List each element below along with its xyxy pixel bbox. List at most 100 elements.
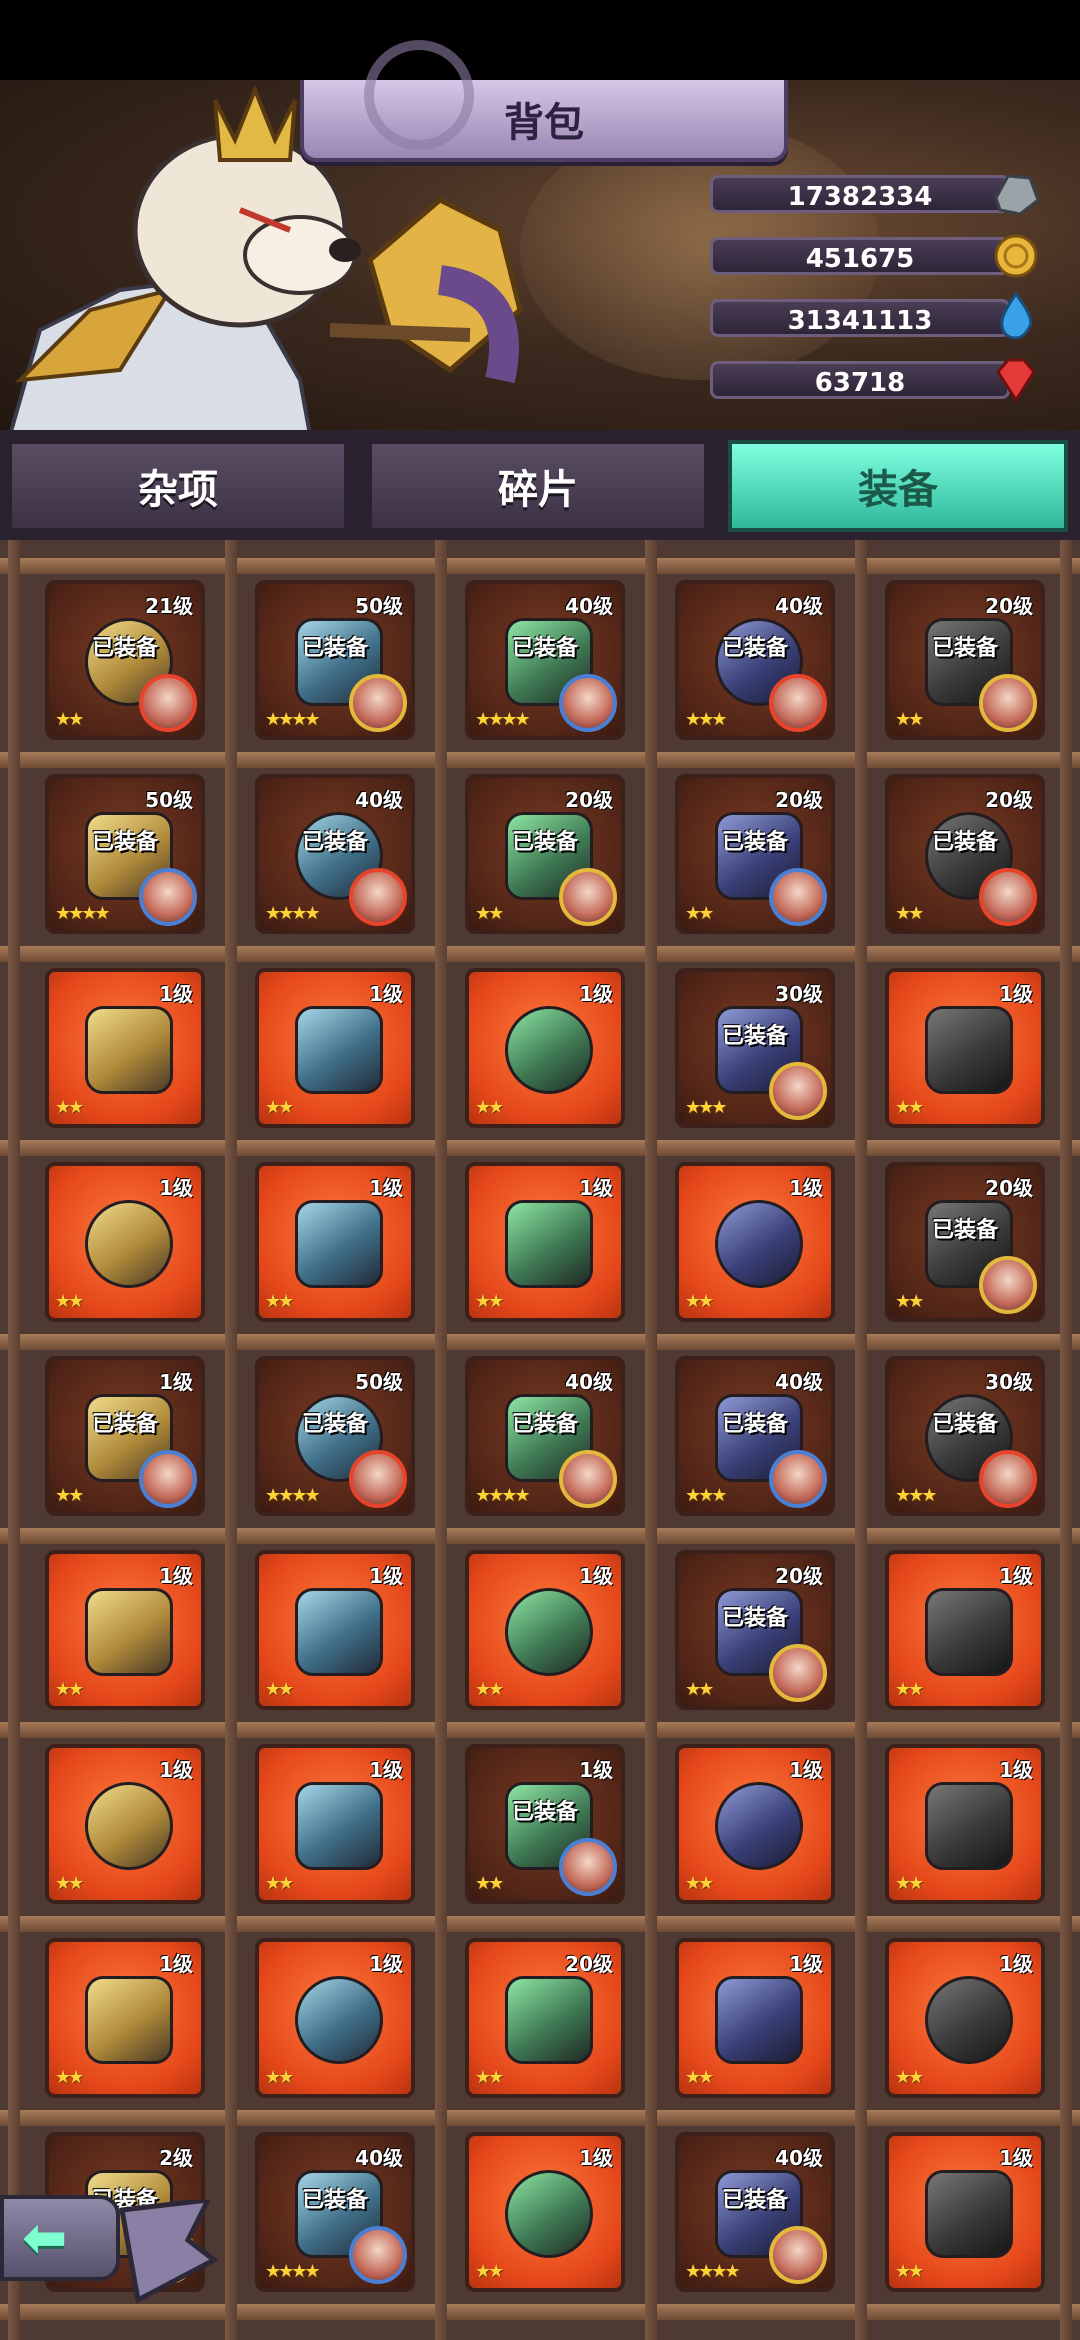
equipment-slot[interactable]: 20级 已装备 ★★ <box>885 580 1045 740</box>
item-stars: ★★ <box>55 1873 84 1894</box>
item-level-label: 1级 <box>999 982 1033 1006</box>
equipment-slot[interactable]: 50级 已装备 ★★★★ <box>255 580 415 740</box>
equipment-slot[interactable]: 1级 ★★ <box>45 1938 205 2098</box>
tab-fragments[interactable]: 碎片 <box>368 440 708 532</box>
item-level-label: 20级 <box>985 788 1033 812</box>
hero-avatar-icon <box>559 1838 617 1896</box>
item-stars: ★★ <box>475 1873 504 1894</box>
item-level-label: 40级 <box>565 594 613 618</box>
equipment-slot[interactable]: 1级 ★★ <box>45 968 205 1128</box>
equipment-slot[interactable]: 30级 已装备 ★★★ <box>675 968 835 1128</box>
equipment-slot[interactable]: 1级 ★★ <box>255 1162 415 1322</box>
equipment-slot[interactable]: 21级 已装备 ★★ <box>45 580 205 740</box>
equipment-slot[interactable]: 50级 已装备 ★★★★ <box>255 1356 415 1516</box>
shelf-divider <box>0 558 1080 574</box>
resource-gold-value: 451675 <box>805 244 915 274</box>
hero-avatar-icon <box>349 868 407 926</box>
equipment-item-icon <box>85 1976 173 2064</box>
item-stars: ★★ <box>55 1485 84 1506</box>
resource-water-value: 31341113 <box>787 306 933 336</box>
equipped-label: 已装备 <box>931 636 998 661</box>
back-button[interactable]: ⬅ <box>0 2195 120 2281</box>
title-plate: 背包 <box>300 40 788 162</box>
shelf-post <box>435 540 447 2340</box>
hero-avatar-icon <box>979 1450 1037 1508</box>
equipped-label: 已装备 <box>931 830 998 855</box>
item-level-label: 1级 <box>579 1176 613 1200</box>
item-stars: ★★ <box>895 2261 924 2282</box>
equipment-slot[interactable]: 40级 已装备 ★★★★ <box>465 1356 625 1516</box>
equipment-slot[interactable]: 1级 ★★ <box>885 1744 1045 1904</box>
equipment-slot[interactable]: 1级 ★★ <box>465 968 625 1128</box>
item-stars: ★★ <box>475 1097 504 1118</box>
hero-avatar-icon <box>769 1450 827 1508</box>
equipped-label: 已装备 <box>721 1024 788 1049</box>
equipment-slot[interactable]: 1级 ★★ <box>465 1550 625 1710</box>
item-level-label: 20级 <box>565 788 613 812</box>
equipment-slot[interactable]: 1级 ★★ <box>675 1938 835 2098</box>
item-stars: ★★★★ <box>475 1485 531 1506</box>
equipment-slot[interactable]: 20级 已装备 ★★ <box>885 1162 1045 1322</box>
item-level-label: 1级 <box>369 1952 403 1976</box>
water-drop-icon <box>1000 291 1033 340</box>
equipment-slot[interactable]: 20级 已装备 ★★ <box>675 1550 835 1710</box>
hero-avatar-icon <box>979 1256 1037 1314</box>
item-level-label: 20级 <box>565 1952 613 1976</box>
hero-avatar-icon <box>769 1062 827 1120</box>
equipment-slot[interactable]: 50级 已装备 ★★★★ <box>45 774 205 934</box>
equipment-slot[interactable]: 20级 已装备 ★★ <box>465 774 625 934</box>
equipment-item-icon <box>85 1782 173 1870</box>
item-level-label: 20级 <box>985 1176 1033 1200</box>
equipment-slot[interactable]: 1级 ★★ <box>45 1550 205 1710</box>
item-stars: ★★ <box>475 1679 504 1700</box>
equipment-slot[interactable]: 1级 已装备 ★★ <box>45 1356 205 1516</box>
item-stars: ★★★★ <box>265 903 321 924</box>
equipment-slot[interactable]: 20级 ★★ <box>465 1938 625 2098</box>
equipment-slot[interactable]: 40级 已装备 ★★★★ <box>255 2132 415 2292</box>
equipment-item-icon <box>925 1588 1013 1676</box>
equipped-label: 已装备 <box>511 1800 578 1825</box>
equipment-slot[interactable]: 1级 ★★ <box>465 1162 625 1322</box>
equipment-grid: 21级 已装备 ★★ 50级 已装备 ★★★★ 40级 已装备 ★★★★ 40级 已装备 ★★★ 20级… <box>0 540 1080 2340</box>
item-level-label: 2级 <box>159 2146 193 2170</box>
equipment-slot[interactable]: 1级 ★★ <box>885 968 1045 1128</box>
equipment-slot[interactable]: 1级 ★★ <box>255 1550 415 1710</box>
equipment-slot[interactable]: 1级 ★★ <box>885 1550 1045 1710</box>
equipment-slot[interactable]: 1级 ★★ <box>255 968 415 1128</box>
equipment-slot[interactable]: 1级 ★★ <box>465 2132 625 2292</box>
equipment-slot[interactable]: 40级 已装备 ★★★ <box>675 580 835 740</box>
item-stars: ★★ <box>685 903 714 924</box>
page-title: 背包 <box>504 100 584 146</box>
equipment-slot[interactable]: 40级 已装备 ★★★★ <box>465 580 625 740</box>
tab-equipment[interactable]: 装备 <box>728 440 1068 532</box>
tab-misc[interactable]: 杂项 <box>8 440 348 532</box>
equipment-item-icon <box>505 1200 593 1288</box>
equipment-slot[interactable]: 1级 ★★ <box>45 1162 205 1322</box>
item-stars: ★★★★ <box>265 1485 321 1506</box>
equipment-slot[interactable]: 20级 已装备 ★★ <box>675 774 835 934</box>
equipment-slot[interactable]: 1级 ★★ <box>885 2132 1045 2292</box>
equipment-item-icon <box>295 1006 383 1094</box>
item-level-label: 1级 <box>579 1758 613 1782</box>
shelf-post <box>855 540 867 2340</box>
item-stars: ★★ <box>895 1873 924 1894</box>
equipment-slot[interactable]: 40级 已装备 ★★★ <box>675 1356 835 1516</box>
equipment-slot[interactable]: 1级 ★★ <box>255 1744 415 1904</box>
equipment-slot[interactable]: 20级 已装备 ★★ <box>885 774 1045 934</box>
item-level-label: 50级 <box>355 1370 403 1394</box>
item-stars: ★★ <box>895 709 924 730</box>
item-level-label: 40级 <box>355 2146 403 2170</box>
equipment-item-icon <box>85 1006 173 1094</box>
equipment-slot[interactable]: 1级 ★★ <box>675 1162 835 1322</box>
equipment-slot[interactable]: 40级 已装备 ★★★★ <box>255 774 415 934</box>
equipment-slot[interactable]: 1级 ★★ <box>255 1938 415 2098</box>
equipment-slot[interactable]: 40级 已装备 ★★★★ <box>675 2132 835 2292</box>
equipment-slot[interactable]: 1级 已装备 ★★ <box>465 1744 625 1904</box>
item-stars: ★★ <box>475 2067 504 2088</box>
equipment-slot[interactable]: 1级 ★★ <box>675 1744 835 1904</box>
equipment-slot[interactable]: 30级 已装备 ★★★ <box>885 1356 1045 1516</box>
hero-avatar-icon <box>559 674 617 732</box>
item-level-label: 1级 <box>159 1564 193 1588</box>
equipment-slot[interactable]: 1级 ★★ <box>45 1744 205 1904</box>
equipment-slot[interactable]: 1级 ★★ <box>885 1938 1045 2098</box>
